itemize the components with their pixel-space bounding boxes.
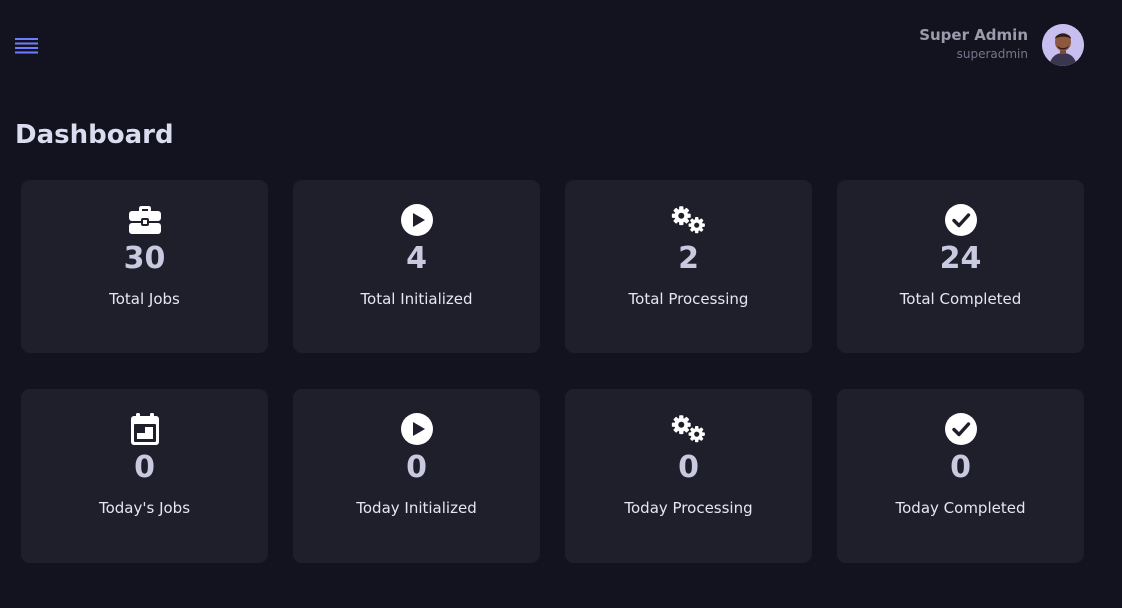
stat-value: 0 — [950, 450, 971, 485]
stat-card-total-initialized[interactable]: 4 Total Initialized — [293, 180, 540, 353]
stat-card-today-initialized[interactable]: 0 Today Initialized — [293, 389, 540, 563]
stat-label: Total Initialized — [360, 290, 473, 308]
stat-label: Total Completed — [899, 290, 1022, 308]
stat-label: Today's Jobs — [98, 499, 191, 517]
stat-card-total-jobs[interactable]: 30 Total Jobs — [21, 180, 268, 353]
stat-value: 2 — [678, 241, 699, 276]
stat-label: Total Jobs — [109, 290, 180, 308]
dashboard-page: Super Admin superadmin Dashboard 30 Tota… — [0, 0, 1122, 608]
stat-value: 0 — [134, 450, 155, 485]
briefcase-icon — [127, 203, 163, 237]
play-circle-icon — [399, 412, 435, 446]
stat-card-today-processing[interactable]: 0 Today Processing — [565, 389, 812, 563]
play-circle-icon — [399, 203, 435, 237]
stat-card-total-processing[interactable]: 2 Total Processing — [565, 180, 812, 353]
check-circle-icon — [943, 203, 979, 237]
stat-card-todays-jobs[interactable]: 0 Today's Jobs — [21, 389, 268, 563]
user-info: Super Admin superadmin — [919, 26, 1028, 64]
calendar-icon — [127, 412, 163, 446]
stat-label: Today Processing — [624, 499, 753, 517]
gears-icon — [671, 203, 707, 237]
stat-value: 30 — [123, 241, 166, 276]
user-avatar-icon[interactable] — [1042, 24, 1084, 66]
page-title: Dashboard — [15, 120, 174, 150]
gears-icon — [671, 412, 707, 446]
stat-card-total-completed[interactable]: 24 Total Completed — [837, 180, 1084, 353]
stat-value: 0 — [406, 450, 427, 485]
hamburger-menu-icon[interactable] — [15, 37, 39, 57]
stat-value: 24 — [939, 241, 982, 276]
check-circle-icon — [943, 412, 979, 446]
stat-label: Today Initialized — [356, 499, 477, 517]
stat-value: 0 — [678, 450, 699, 485]
user-profile[interactable]: Super Admin superadmin — [919, 24, 1084, 66]
stats-grid: 30 Total Jobs 4 Total Initialized 2 Tota… — [21, 180, 1084, 563]
user-username: superadmin — [956, 47, 1028, 61]
stat-value: 4 — [406, 241, 427, 276]
user-name: Super Admin — [919, 26, 1028, 44]
stat-card-today-completed[interactable]: 0 Today Completed — [837, 389, 1084, 563]
stat-label: Total Processing — [628, 290, 749, 308]
stat-label: Today Completed — [895, 499, 1026, 517]
